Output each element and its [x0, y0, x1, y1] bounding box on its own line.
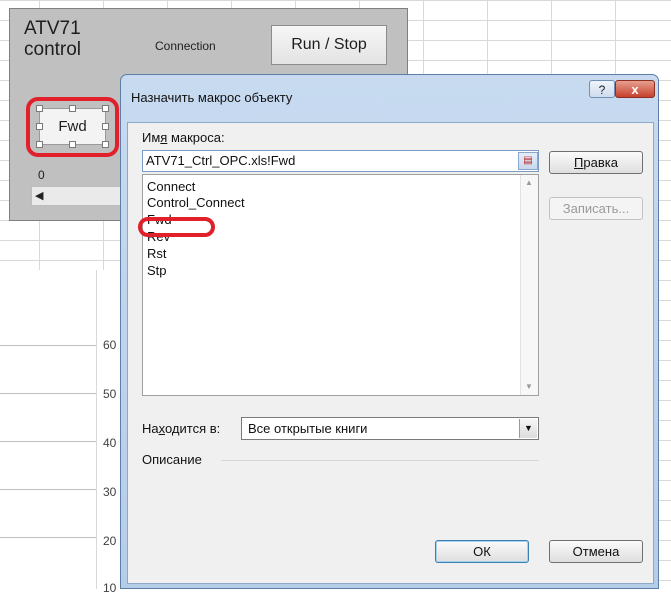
macro-name-label: Имя макроса: — [142, 130, 225, 145]
list-item[interactable]: Stp — [147, 263, 167, 279]
assign-macro-dialog: Назначить макрос объекту ? x Имя макроса… — [120, 74, 659, 589]
description-divider — [221, 460, 539, 461]
macro-name-input[interactable]: ATV71_Ctrl_OPC.xls!Fwd ▤ — [142, 150, 539, 172]
panel-title: ATV71 control — [24, 18, 82, 60]
edit-button[interactable]: Правка — [549, 151, 643, 174]
resize-handle[interactable] — [102, 141, 109, 148]
scroll-value: 0 — [38, 168, 45, 182]
chevron-down-icon[interactable]: ▼ — [525, 382, 533, 391]
resize-handle[interactable] — [36, 123, 43, 130]
resize-handle[interactable] — [36, 141, 43, 148]
dialog-title: Назначить макрос объекту — [131, 90, 293, 105]
description-label: Описание — [142, 452, 202, 467]
arrow-left-icon[interactable]: ◀ — [35, 189, 43, 202]
resize-handle[interactable] — [69, 141, 76, 148]
gridline — [0, 489, 96, 490]
gridline — [0, 537, 96, 538]
list-item[interactable]: Rst — [147, 246, 167, 262]
fwd-button[interactable]: Fwd — [39, 108, 106, 145]
location-label: Находится в: — [142, 421, 221, 436]
chevron-up-icon[interactable]: ▲ — [525, 178, 533, 187]
resize-handle[interactable] — [102, 123, 109, 130]
gridline — [0, 441, 96, 442]
y-tick-label: 50 — [103, 387, 117, 401]
macro-list[interactable]: Connect Control_Connect Fwd Rev Rst Stp … — [138, 174, 539, 396]
sheet-area — [0, 270, 96, 589]
macro-name-value: ATV71_Ctrl_OPC.xls!Fwd — [146, 153, 296, 168]
list-scrollbar[interactable]: ▲ ▼ — [520, 175, 538, 395]
chevron-down-icon[interactable]: ▼ — [519, 419, 537, 438]
location-value: Все открытые книги — [248, 421, 368, 436]
record-button[interactable]: Записать... — [549, 197, 643, 220]
connection-label: Connection — [155, 39, 216, 53]
list-item[interactable]: Connect — [147, 179, 195, 195]
y-tick-label: 10 — [103, 581, 117, 595]
y-tick-label: 60 — [103, 338, 117, 352]
fwd-item-highlight — [138, 217, 215, 237]
y-tick-label: 30 — [103, 485, 117, 499]
dialog-body: Имя макроса: ATV71_Ctrl_OPC.xls!Fwd ▤ Co… — [127, 122, 654, 584]
fwd-button-highlight: Fwd — [26, 97, 119, 157]
location-select[interactable]: Все открытые книги ▼ — [241, 417, 539, 440]
y-tick-label: 40 — [103, 436, 117, 450]
close-button[interactable]: x — [615, 80, 655, 98]
resize-handle[interactable] — [69, 105, 76, 112]
gridline — [0, 345, 96, 346]
gridline — [0, 393, 96, 394]
resize-handle[interactable] — [102, 105, 109, 112]
collapse-dialog-icon[interactable]: ▤ — [518, 152, 538, 170]
resize-handle[interactable] — [36, 105, 43, 112]
ok-button[interactable]: ОК — [435, 540, 529, 563]
list-item[interactable]: Control_Connect — [147, 195, 245, 211]
help-button[interactable]: ? — [589, 80, 615, 98]
y-tick-label: 20 — [103, 534, 117, 548]
cancel-button[interactable]: Отмена — [549, 540, 643, 563]
run-stop-button[interactable]: Run / Stop — [271, 25, 387, 65]
